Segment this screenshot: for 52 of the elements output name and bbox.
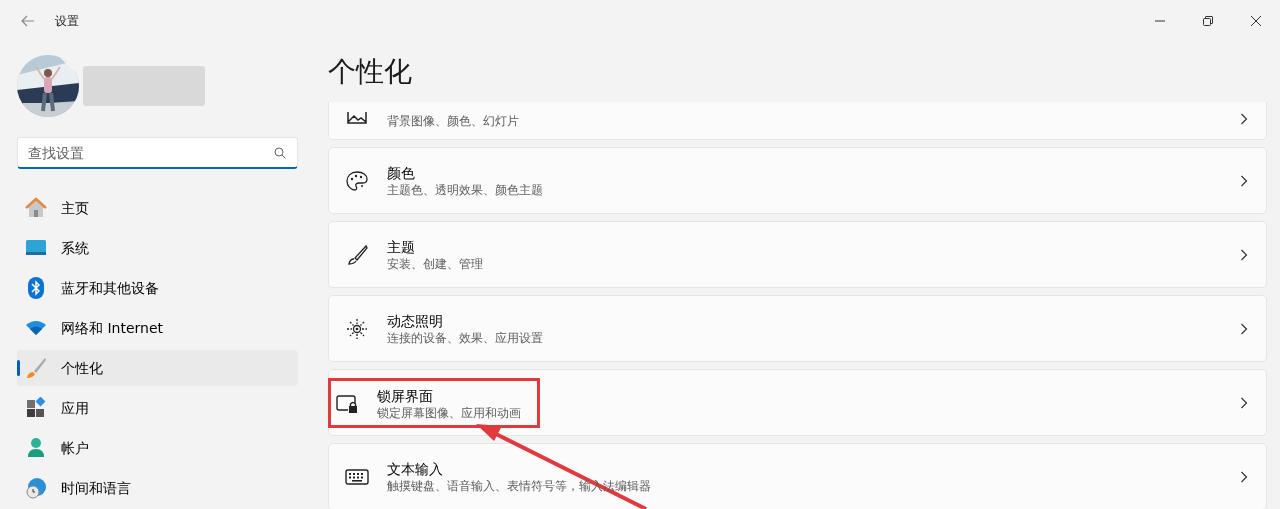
clock-icon: [25, 477, 47, 499]
apps-icon: [25, 397, 47, 419]
keyboard-icon: [345, 467, 369, 486]
sidebar-item[interactable]: 主页: [17, 190, 298, 226]
settings-card[interactable]: 背景图像、颜色、幻灯片: [328, 102, 1267, 140]
page-title: 个性化: [328, 54, 413, 90]
image-icon: [346, 111, 368, 124]
home-icon: [25, 197, 47, 219]
settings-card[interactable]: 颜色 主题色、透明效果、颜色主题: [328, 147, 1267, 214]
back-arrow-icon: [20, 15, 35, 27]
settings-card[interactable]: 主题 安装、创建、管理: [328, 221, 1267, 288]
sun-icon: [346, 317, 368, 340]
brush-icon: [25, 357, 47, 379]
card-subtitle: 主题色、透明效果、颜色主题: [387, 181, 543, 198]
chevron-icon: [1240, 470, 1248, 483]
sidebar-item[interactable]: 蓝牙和其他设备: [17, 270, 298, 306]
selection-indicator: [17, 360, 20, 376]
bluetooth-icon: [27, 276, 45, 300]
palette-icon: [346, 169, 368, 192]
brush-icon: [346, 243, 368, 266]
search-icon: [274, 147, 286, 159]
settings-card[interactable]: 锁屏界面 锁定屏幕图像、应用和动画: [328, 369, 1267, 436]
settings-card[interactable]: 动态照明 连接的设备、效果、应用设置: [328, 295, 1267, 362]
card-subtitle: 安装、创建、管理: [387, 255, 483, 272]
minimize-icon: [1155, 20, 1165, 22]
chevron-icon: [1240, 112, 1248, 125]
card-title: 主题: [387, 237, 416, 256]
chevron-icon: [1240, 248, 1248, 261]
restore-icon: [1202, 15, 1214, 27]
card-subtitle: 背景图像、颜色、幻灯片: [387, 112, 519, 129]
card-subtitle: 连接的设备、效果、应用设置: [387, 329, 543, 346]
person-icon: [26, 437, 46, 459]
card-title: 颜色: [387, 163, 416, 182]
sidebar-item[interactable]: 网络和 Internet: [17, 310, 298, 346]
card-subtitle: 锁定屏幕图像、应用和动画: [377, 404, 521, 421]
sidebar-item[interactable]: 个性化: [17, 350, 298, 386]
card-title: 动态照明: [387, 311, 444, 330]
monitor-icon: [25, 239, 47, 257]
sidebar-item[interactable]: 系统: [17, 230, 298, 266]
search-field[interactable]: 查找设置: [17, 137, 298, 169]
sidebar-item[interactable]: 时间和语言: [17, 470, 298, 506]
wifi-icon: [25, 320, 47, 336]
sidebar-item[interactable]: 帐户: [17, 430, 298, 466]
sidebar-item[interactable]: 应用: [17, 390, 298, 426]
window-title: 设置: [55, 13, 79, 30]
close-icon: [1250, 15, 1262, 27]
chevron-icon: [1240, 322, 1248, 335]
lock-screen-icon: [335, 393, 359, 414]
card-title: 锁屏界面: [377, 386, 434, 405]
chevron-icon: [1240, 174, 1248, 187]
chevron-icon: [1240, 396, 1248, 409]
card-title: 文本输入: [387, 459, 444, 478]
